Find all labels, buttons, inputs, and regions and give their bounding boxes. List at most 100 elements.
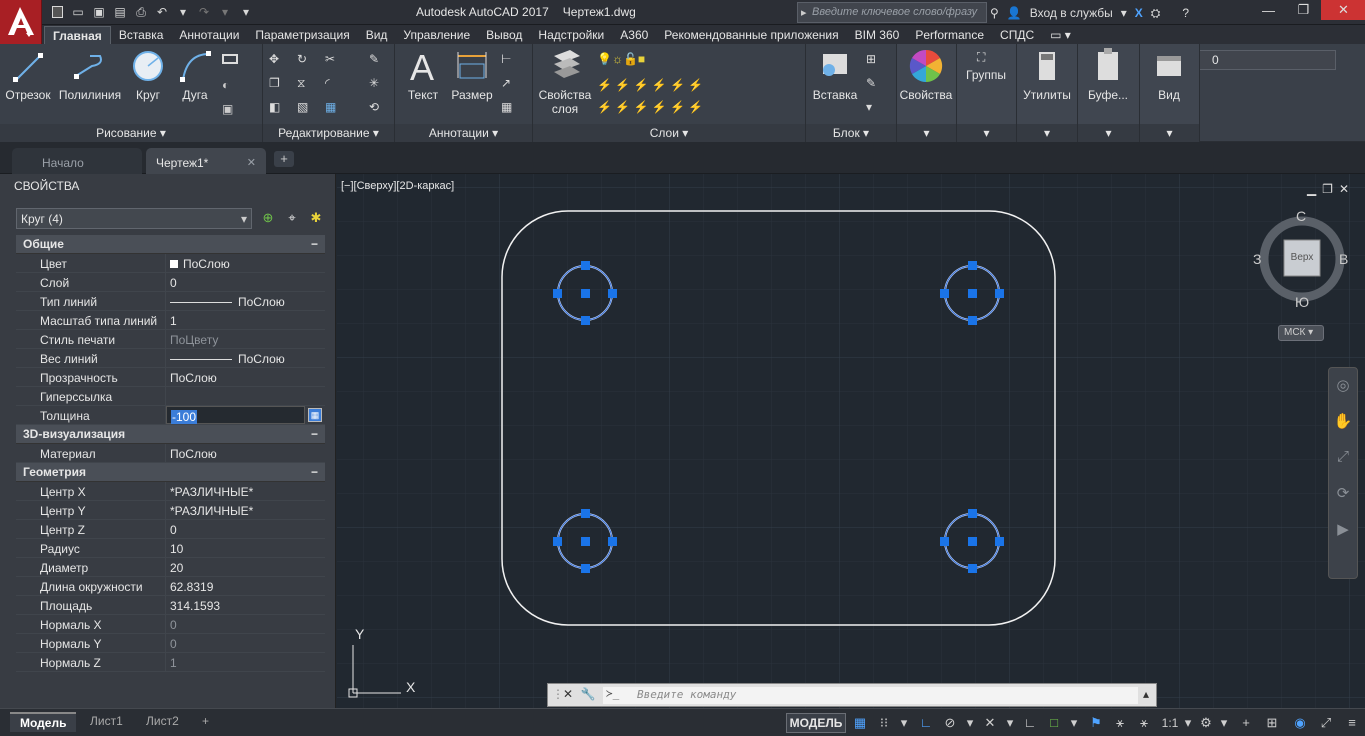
signin-dropdown-icon[interactable]: ▾ xyxy=(1121,6,1127,20)
orbit-icon[interactable]: ⟳ xyxy=(1329,484,1357,512)
create-block-icon[interactable]: ⊞ xyxy=(866,52,882,68)
property-value[interactable]: *РАЗЛИЧНЫЕ* xyxy=(166,482,325,500)
zoom-icon[interactable]: ⤢ xyxy=(1329,448,1357,476)
drawing-viewport[interactable]: Y X [−][Сверху][2D-каркас] ▁❐✕ Верх С Ю … xyxy=(337,174,1365,708)
scale-dropdown-icon[interactable]: ▾ xyxy=(1180,715,1196,731)
viewcube-south[interactable]: Ю xyxy=(1295,294,1309,310)
property-value[interactable]: ПоСлою xyxy=(166,349,325,367)
close-commandline-icon[interactable]: ✕ xyxy=(560,687,576,703)
property-value[interactable]: 0 xyxy=(166,273,325,291)
save-icon[interactable]: ▣ xyxy=(90,3,108,21)
layer-properties-button[interactable]: Свойства слоя xyxy=(537,46,595,116)
utilities-expand-icon[interactable]: ▾ xyxy=(1017,124,1077,142)
circle-button[interactable]: Круг xyxy=(127,46,169,102)
new-layout-button[interactable]: + xyxy=(192,712,219,732)
exchange-icon[interactable]: X xyxy=(1135,6,1143,20)
property-row[interactable]: Слой 0 xyxy=(16,273,325,292)
layer-tools-row1[interactable]: ⚡ ⚡ ⚡ ⚡ ⚡ ⚡ xyxy=(597,78,727,94)
tab-drawing1[interactable]: Чертеж1* ✕ xyxy=(146,148,266,174)
property-value[interactable]: -100 ▦ xyxy=(166,406,322,424)
property-value[interactable] xyxy=(166,387,325,405)
model-space-button[interactable]: МОДЕЛЬ xyxy=(786,713,846,733)
dimension-button[interactable]: Размер xyxy=(449,46,495,102)
ribbon-tab[interactable]: Performance xyxy=(907,26,992,44)
open-icon[interactable]: ▭ xyxy=(69,3,87,21)
property-value[interactable]: 62.8319 xyxy=(166,577,325,595)
properties-button[interactable]: Свойства xyxy=(897,46,955,102)
draw-panel-title[interactable]: Рисование ▾ xyxy=(0,124,262,142)
undo-dropdown-icon[interactable]: ▾ xyxy=(174,3,192,21)
customize-status-icon[interactable]: ≡ xyxy=(1344,715,1360,731)
object-snap-icon[interactable]: □ xyxy=(1046,715,1062,731)
property-value[interactable]: 0 xyxy=(166,520,325,538)
table-icon[interactable]: ▦ xyxy=(501,100,517,116)
command-history-icon[interactable]: ▴ xyxy=(1138,687,1154,703)
osnap-icon[interactable]: ∟ xyxy=(1022,715,1038,731)
linear-dim-icon[interactable]: ⊢ xyxy=(501,52,517,68)
ribbon-tab[interactable]: СПДС xyxy=(992,26,1042,44)
select-objects-icon[interactable]: ⌖ xyxy=(284,210,300,226)
viewport-controls-label[interactable]: [−][Сверху][2D-каркас] xyxy=(341,180,454,192)
clipboard-button[interactable]: Буфе... xyxy=(1078,46,1138,102)
redo-icon[interactable]: ↷ xyxy=(195,3,213,21)
fillet-icon[interactable]: ◜ xyxy=(325,76,341,92)
rectangle-icon[interactable] xyxy=(222,54,238,64)
layers-panel-title[interactable]: Слои ▾ xyxy=(533,124,805,142)
ribbon-tab[interactable]: Вывод xyxy=(478,26,530,44)
property-row[interactable]: Длина окружности 62.8319 xyxy=(16,577,325,596)
property-row[interactable]: Нормаль Z 1 xyxy=(16,653,325,672)
groups-expand-icon[interactable]: ▾ xyxy=(957,124,1016,142)
property-row[interactable]: Материал ПоСлою xyxy=(16,444,325,463)
property-row[interactable]: Масштаб типа линий 1 xyxy=(16,311,325,330)
isodraft-dropdown-icon[interactable]: ▾ xyxy=(1002,715,1018,731)
layout-tab-sheet2[interactable]: Лист2 xyxy=(136,712,189,732)
insert-block-button[interactable]: Вставка xyxy=(810,46,860,102)
rotate-icon[interactable]: ↻ xyxy=(297,52,313,68)
category-3d-visualization[interactable]: 3D-визуализация − xyxy=(16,425,325,444)
viewcube-top-face[interactable]: Верх xyxy=(1284,252,1320,263)
selection-combo[interactable]: Круг (4) xyxy=(16,208,252,229)
quick-properties-icon[interactable]: ◉ xyxy=(1292,715,1308,731)
property-value[interactable]: 10 xyxy=(166,539,325,557)
units-icon[interactable]: ⊞ xyxy=(1264,715,1280,731)
property-row[interactable]: Нормаль Y 0 xyxy=(16,634,325,653)
property-row[interactable]: Диаметр 20 xyxy=(16,558,325,577)
property-row[interactable]: Стиль печати ПоЦвету xyxy=(16,330,325,349)
ribbon-tab[interactable]: Надстройки xyxy=(530,26,612,44)
annotation-visibility-icon[interactable]: ⚑ xyxy=(1088,715,1104,731)
array-icon[interactable]: ▦ xyxy=(325,100,341,116)
user-icon[interactable]: 👤 xyxy=(1007,6,1022,20)
redo-dropdown-icon[interactable]: ▾ xyxy=(216,3,234,21)
property-value[interactable]: 0 xyxy=(166,615,325,633)
close-icon[interactable]: ✕ xyxy=(1321,0,1365,20)
property-row[interactable]: Гиперссылка xyxy=(16,387,325,406)
category-general[interactable]: Общие − xyxy=(16,235,325,254)
customize-qat-icon[interactable]: ▾ xyxy=(237,3,255,21)
ortho-icon[interactable]: ∟ xyxy=(918,715,934,731)
new-icon[interactable] xyxy=(48,3,66,21)
properties-expand-icon[interactable]: ▾ xyxy=(897,124,956,142)
ribbon-overflow-icon[interactable]: ▭ ▾ xyxy=(1042,26,1079,44)
calculator-icon[interactable]: ▦ xyxy=(308,408,322,422)
property-value[interactable]: ПоЦвету xyxy=(166,330,325,348)
isodraft-icon[interactable]: ✕ xyxy=(982,715,998,731)
copy-icon[interactable]: ❐ xyxy=(269,76,285,92)
panel-view[interactable]: Вид ▾ xyxy=(1140,44,1200,142)
scale-icon[interactable]: ▧ xyxy=(297,100,313,116)
quick-select-icon[interactable]: ✱ xyxy=(308,210,324,226)
collapse-icon[interactable]: − xyxy=(311,237,318,251)
pan-icon[interactable]: ✋ xyxy=(1329,412,1357,440)
arc-button[interactable]: Дуга xyxy=(174,46,216,102)
layer-state-icons[interactable]: 💡☼🔓■ xyxy=(597,52,667,68)
annotation-monitor-icon[interactable]: + xyxy=(1238,715,1254,731)
property-row[interactable]: Толщина -100 ▦ xyxy=(16,406,325,425)
property-row[interactable]: Вес линий ПоСлою xyxy=(16,349,325,368)
collapse-icon[interactable]: − xyxy=(311,465,318,479)
layer-tools-row2[interactable]: ⚡ ⚡ ⚡ ⚡ ⚡ ⚡ xyxy=(597,100,727,116)
property-value[interactable]: 0 xyxy=(166,634,325,652)
vp-minimize-icon[interactable]: ▁ xyxy=(1307,182,1322,196)
viewcube-west[interactable]: З xyxy=(1253,251,1261,267)
print-icon[interactable]: ⎙ xyxy=(132,3,150,21)
groups-button[interactable]: Группы xyxy=(957,68,1015,82)
ribbon-tab[interactable]: Аннотации xyxy=(171,26,247,44)
